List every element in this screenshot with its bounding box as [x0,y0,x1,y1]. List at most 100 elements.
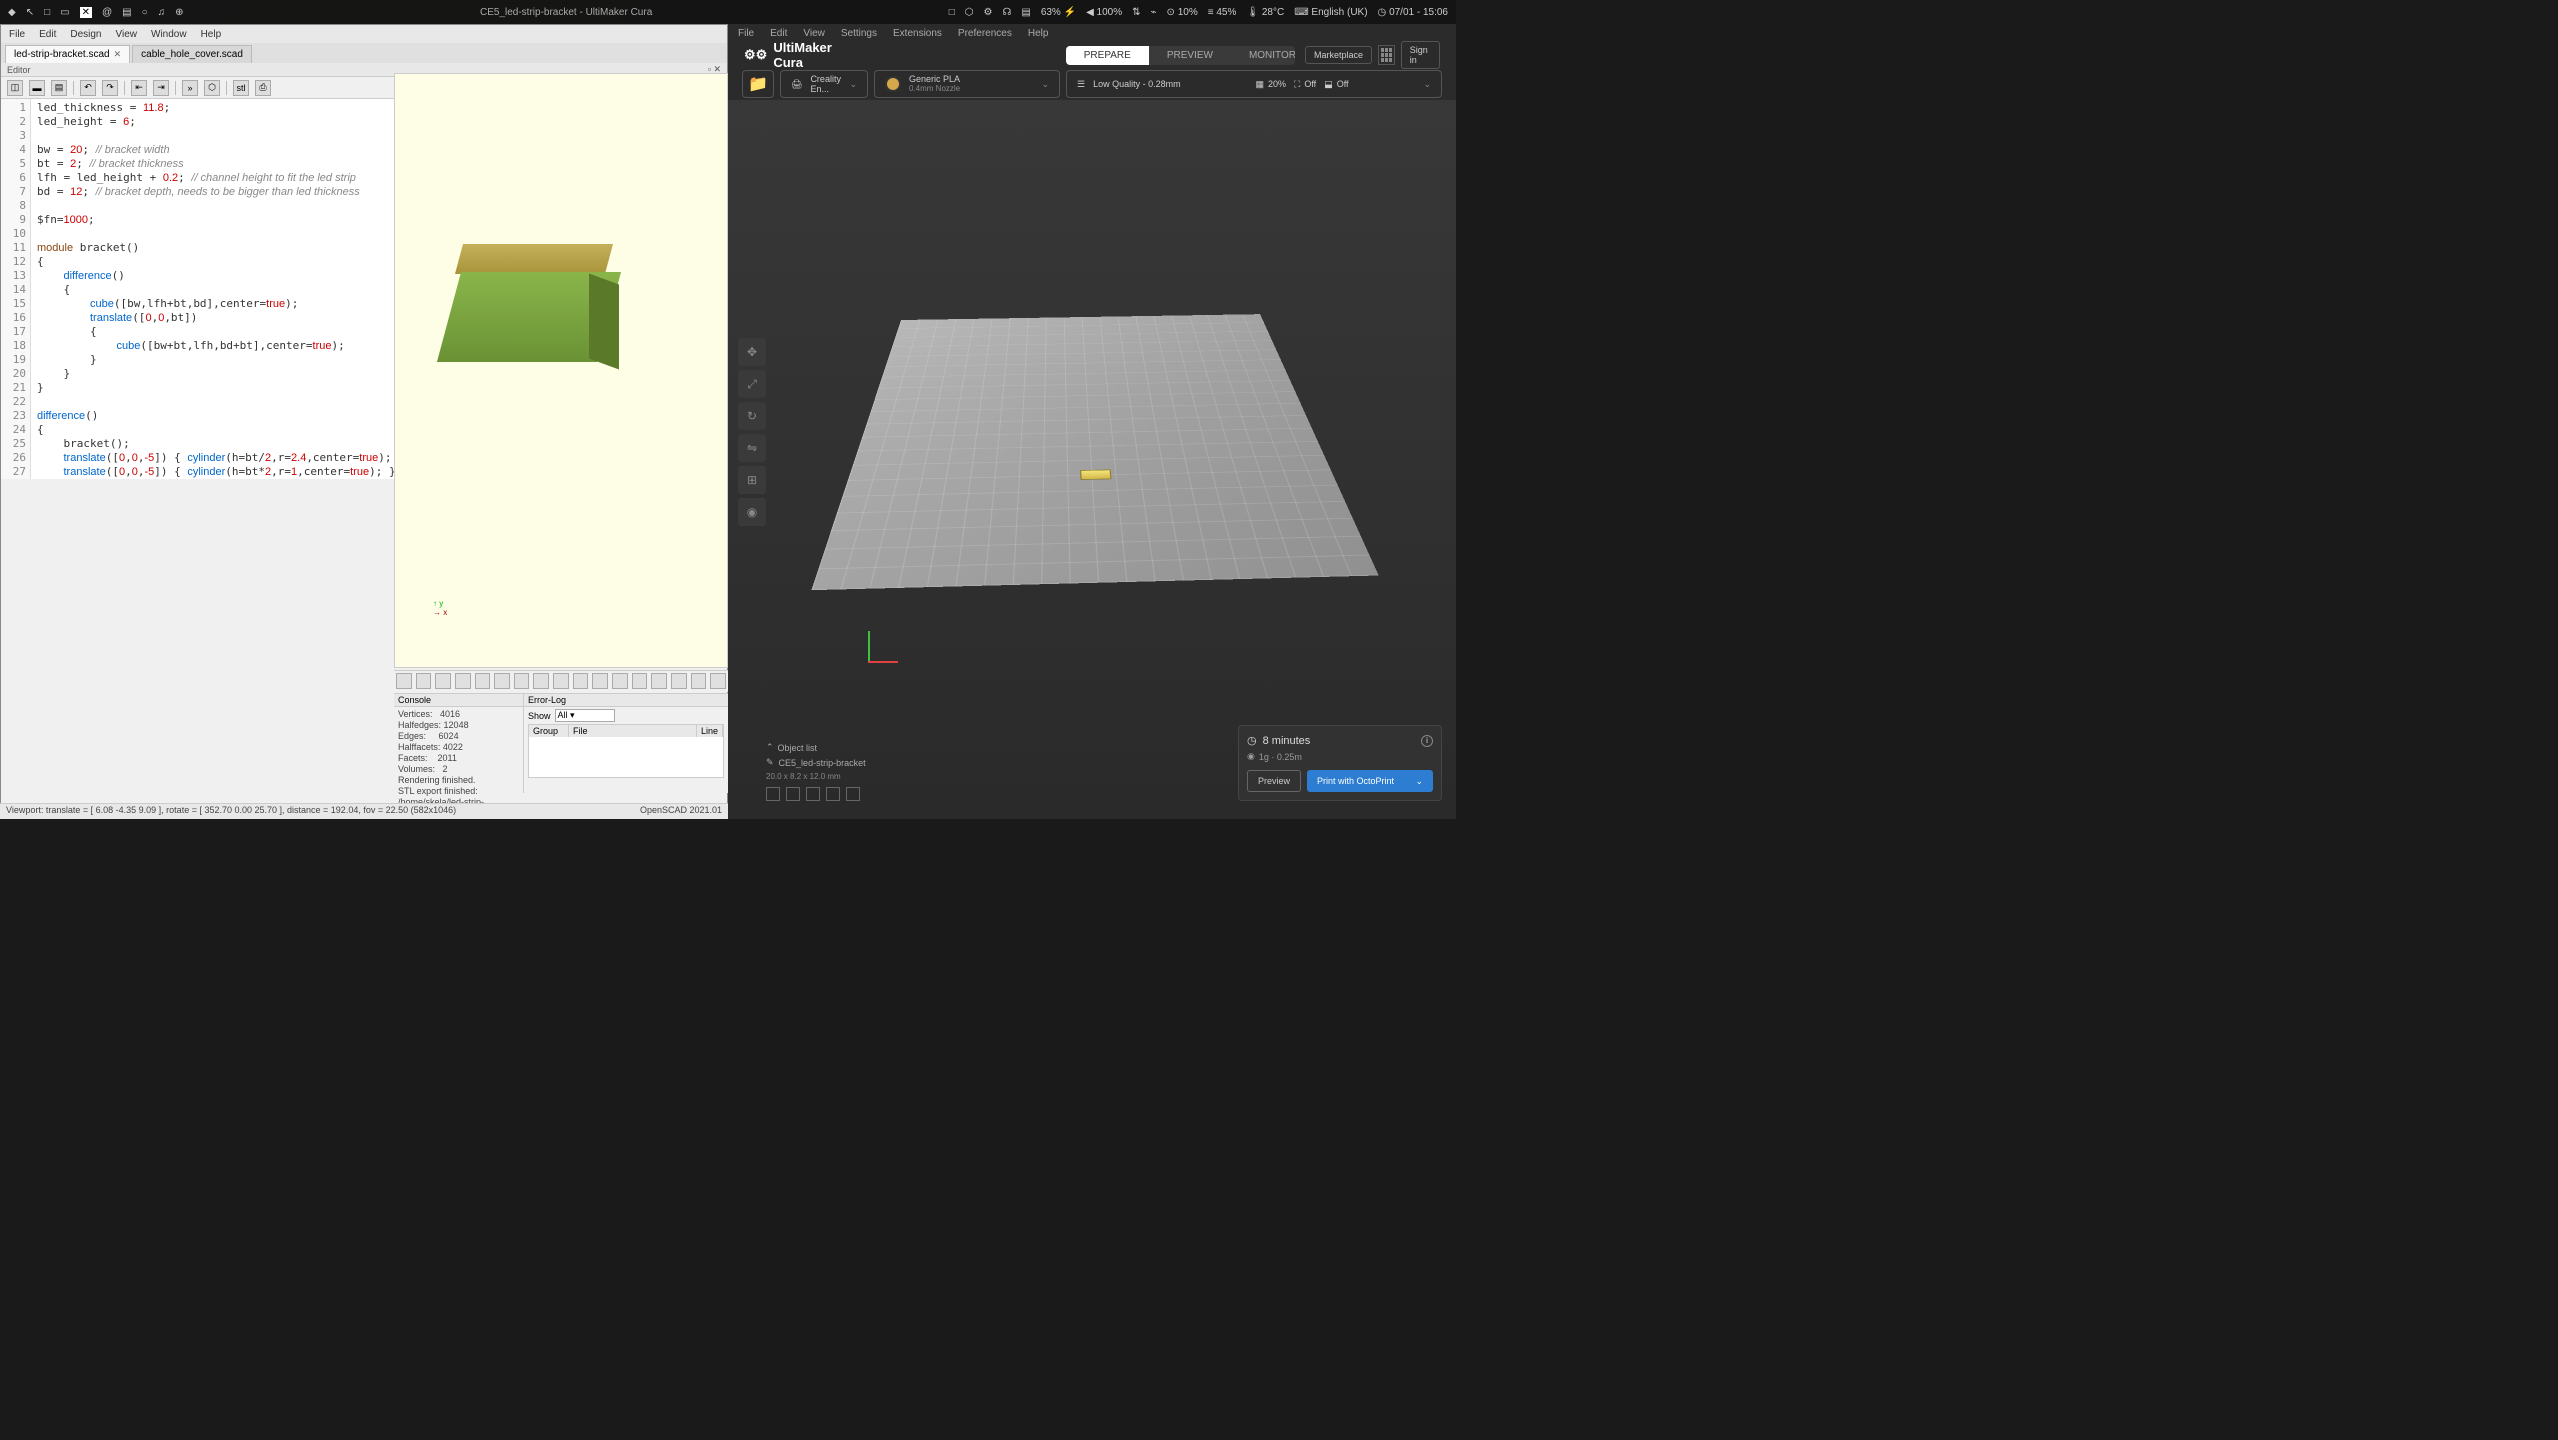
open-button[interactable]: ▬ [29,80,45,96]
bluetooth-icon[interactable]: ⌁ [1151,7,1157,18]
app-menu-icon[interactable]: ◆ [8,7,16,18]
tab-close-icon[interactable]: ✕ [114,49,122,60]
menu-window[interactable]: Window [151,29,187,40]
vp-btn-11[interactable] [592,673,608,689]
view-front-icon[interactable] [786,787,800,801]
battery-status[interactable]: 63% ⚡ [1041,7,1076,18]
vp-btn-14[interactable] [651,673,667,689]
menu-help[interactable]: Help [201,29,222,40]
at-icon[interactable]: @ [102,7,112,18]
vp-btn-10[interactable] [573,673,589,689]
cura-menu-help[interactable]: Help [1028,28,1049,39]
info-icon[interactable]: i [1421,735,1433,747]
redo-button[interactable]: ↷ [102,80,118,96]
vp-zoom-in[interactable] [455,673,471,689]
cura-menu-view[interactable]: View [803,28,825,39]
tab-monitor[interactable]: MONITOR [1231,46,1295,65]
chat-icon[interactable]: ○ [142,7,148,18]
support-tool[interactable]: ◉ [738,498,766,526]
object-list-item[interactable]: ✎ CE5_led-strip-bracket [766,757,866,768]
move-tool[interactable]: ✥ [738,338,766,366]
view-3d-icon[interactable] [766,787,780,801]
memory-status[interactable]: ≡ 45% [1208,7,1237,18]
export-button[interactable]: stl [233,80,249,96]
code-icon[interactable]: ✕ [80,7,92,18]
tray-icon-3[interactable]: ⚙ [984,7,993,18]
vp-btn-16[interactable] [691,673,707,689]
language-status[interactable]: ⌨ English (UK) [1294,7,1367,18]
vp-zoom-out[interactable] [475,673,491,689]
cura-menu-extensions[interactable]: Extensions [893,28,942,39]
vp-btn-7[interactable] [514,673,530,689]
clipboard-icon[interactable]: □ [44,7,50,18]
cpu-status[interactable]: ⊙ 10% [1167,7,1198,18]
network-icon[interactable]: ⇅ [1132,7,1140,18]
view-top-icon[interactable] [806,787,820,801]
vp-btn-13[interactable] [632,673,648,689]
col-line[interactable]: Line [697,725,723,737]
cura-menu-edit[interactable]: Edit [770,28,787,39]
pointer-icon[interactable]: ↖ [26,7,34,18]
menu-view[interactable]: View [116,29,138,40]
openscad-3d-viewport[interactable]: ↑ y → x [394,73,728,668]
col-file[interactable]: File [569,725,697,737]
expand-icon[interactable]: ⌃ [766,742,774,753]
tray-icon-5[interactable]: ▤ [1021,7,1030,18]
mesh-tool[interactable]: ⊞ [738,466,766,494]
show-filter-select[interactable]: All ▾ [555,709,615,722]
menu-design[interactable]: Design [70,29,101,40]
scale-tool[interactable]: ⤢ [738,370,766,398]
vp-btn-8[interactable] [533,673,549,689]
vp-btn-3[interactable] [435,673,451,689]
new-button[interactable]: ◫ [7,80,23,96]
print-settings-select[interactable]: ☰ Low Quality - 0.28mm ▦ 20% ⛶ Off ⬓ Off… [1066,70,1442,98]
mirror-tool[interactable]: ⇋ [738,434,766,462]
cura-menu-preferences[interactable]: Preferences [958,28,1012,39]
errorlog-table[interactable]: Group File Line [528,724,724,778]
col-group[interactable]: Group [529,725,569,737]
tab-inactive[interactable]: cable_hole_cover.scad [132,45,252,63]
material-select[interactable]: Generic PLA 0.4mm Nozzle ⌄ [874,70,1060,98]
view-left-icon[interactable] [826,787,840,801]
globe-icon[interactable]: ⊕ [175,7,183,18]
folder-icon[interactable]: ▭ [60,7,69,18]
undo-button[interactable]: ↶ [80,80,96,96]
tab-prepare[interactable]: PREPARE [1066,46,1149,65]
rotate-tool[interactable]: ↻ [738,402,766,430]
preview-button[interactable]: » [182,80,198,96]
marketplace-button[interactable]: Marketplace [1305,46,1372,64]
render-button[interactable]: ⬡ [204,80,220,96]
vp-btn-9[interactable] [553,673,569,689]
model-on-plate[interactable] [1080,470,1111,480]
cura-3d-viewport[interactable]: ✥ ⤢ ↻ ⇋ ⊞ ◉ ⌃ Object list ✎ CE5_led-stri… [728,100,1456,819]
tray-icon-4[interactable]: ☊ [1002,7,1011,18]
unindent-button[interactable]: ⇤ [131,80,147,96]
menu-file[interactable]: File [9,29,25,40]
apps-grid-button[interactable] [1378,45,1395,65]
vp-reset[interactable] [494,673,510,689]
vp-btn-17[interactable] [710,673,726,689]
tray-icon-1[interactable]: □ [949,7,955,18]
tab-active[interactable]: led-strip-bracket.scad ✕ [5,45,130,63]
open-file-button[interactable]: 📁 [742,70,774,98]
vp-btn-2[interactable] [416,673,432,689]
tab-preview[interactable]: PREVIEW [1149,46,1231,65]
signin-button[interactable]: Sign in [1401,41,1440,69]
cura-menu-settings[interactable]: Settings [841,28,877,39]
view-right-icon[interactable] [846,787,860,801]
save-button[interactable]: ▤ [51,80,67,96]
indent-button[interactable]: ⇥ [153,80,169,96]
vp-btn-1[interactable] [396,673,412,689]
tray-icon-2[interactable]: ⬡ [965,7,974,18]
volume-status[interactable]: ◀ 100% [1086,7,1122,18]
clock[interactable]: ◷ 07/01 - 15:06 [1378,7,1448,18]
preview-button[interactable]: Preview [1247,770,1301,792]
music-icon[interactable]: ♫ [158,7,166,18]
print-button[interactable]: ⎙ [255,80,271,96]
menu-edit[interactable]: Edit [39,29,56,40]
terminal-icon[interactable]: ▤ [122,7,131,18]
vp-btn-15[interactable] [671,673,687,689]
temp-status[interactable]: 🌡 28°C [1246,7,1284,18]
printer-select[interactable]: 🖨 Creality En... ⌄ [780,70,868,98]
print-button[interactable]: Print with OctoPrint ⌄ [1307,770,1433,792]
